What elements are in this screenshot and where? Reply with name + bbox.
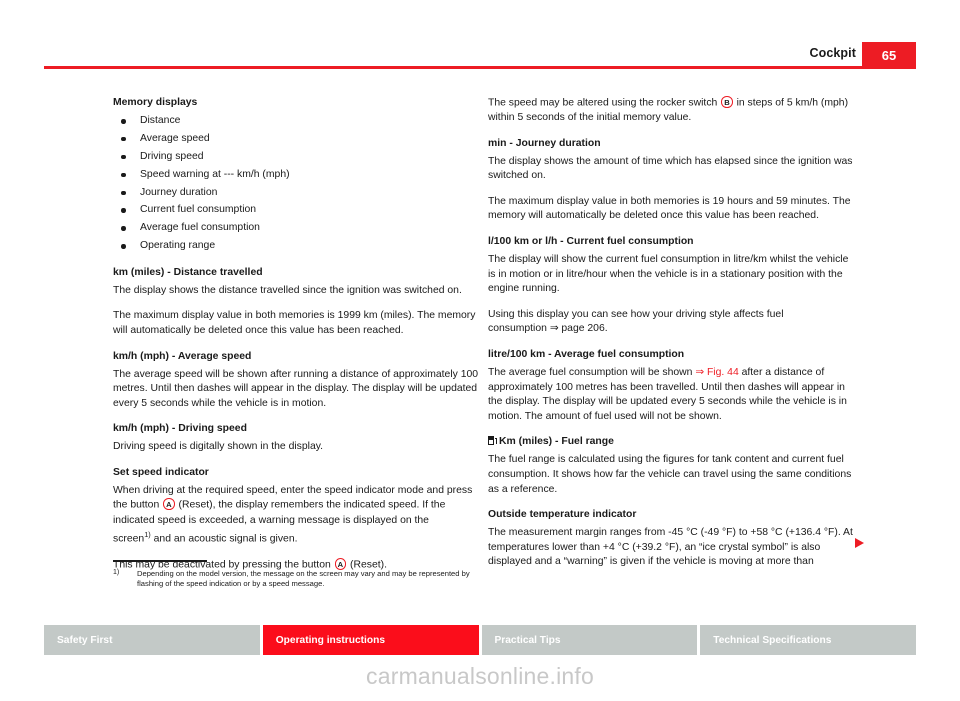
distance-travelled-heading: km (miles) - Distance travelled: [113, 266, 263, 278]
fuel-range-para-1: The fuel range is calculated using the f…: [488, 454, 852, 495]
footnote-text-wrapper: 1) Depending on the model version, the m…: [113, 569, 479, 590]
button-a-marker-icon: A: [163, 498, 175, 510]
list-item-label: Distance: [140, 115, 181, 126]
footnote-marker: 1): [113, 568, 120, 576]
set-speed-indicator-para-1: When driving at the required speed, ente…: [113, 484, 479, 547]
list-item-label: Current fuel consumption: [140, 204, 257, 216]
footnote-block: 1) Depending on the model version, the m…: [113, 560, 479, 590]
list-item: Distance: [113, 114, 479, 129]
memory-displays-heading: Memory displays: [113, 97, 198, 108]
list-item: Average speed: [113, 132, 479, 147]
fuel-range-heading: Km (miles) - Fuel range: [488, 435, 854, 449]
list-item-label: Average fuel consumption: [140, 222, 260, 234]
memory-displays-list: Distance Average speed Driving speed Spe…: [113, 114, 479, 254]
list-item-label: Driving speed: [140, 150, 204, 162]
list-item: Current fuel consumption: [113, 203, 479, 218]
fuel-style-text-end: .: [604, 323, 608, 335]
set-speed-text-c: and an acoustic signal is given.: [153, 533, 298, 545]
footnote-text: Depending on the model version, the mess…: [137, 568, 470, 589]
tab-operating-instructions[interactable]: Operating instructions: [262, 625, 479, 655]
current-fuel-consumption-para-2: Using this display you can see how your …: [488, 308, 854, 337]
list-item-label: Operating range: [140, 240, 216, 252]
fuel-pump-icon: [488, 435, 497, 446]
footnote-divider: [113, 560, 207, 562]
list-item: Operating range: [113, 239, 479, 254]
journey-duration-para-1: The display shows the amount of time whi…: [488, 155, 853, 182]
left-column: Memory displays Distance Average speed D…: [113, 96, 479, 584]
outside-temperature-para-1: The measurement margin ranges from -45 °…: [488, 527, 853, 568]
list-item-label: Average speed: [140, 132, 210, 144]
tab-technical-specifications[interactable]: Technical Specifications: [700, 625, 916, 655]
tab-label: Operating instructions: [275, 634, 385, 646]
outside-temperature-heading: Outside temperature indicator: [488, 509, 637, 521]
set-speed-indicator-heading: Set speed indicator: [113, 466, 209, 478]
figure-cross-reference[interactable]: ⇒ Fig. 44: [695, 367, 738, 378]
current-fuel-consumption-heading: l/100 km or l/h - Current fuel consumpti…: [488, 236, 694, 248]
rocker-switch-para: The speed may be altered using the rocke…: [488, 96, 854, 126]
footnote-reference: 1): [144, 530, 151, 540]
list-item: Journey duration: [113, 186, 479, 201]
continue-arrow-icon: [855, 538, 864, 548]
tab-label: Practical Tips: [494, 634, 561, 646]
average-speed-heading: km/h (mph) - Average speed: [113, 350, 252, 362]
page-number-badge: 65: [862, 42, 916, 69]
page-title: Cockpit: [809, 46, 856, 60]
fuel-style-text: Using this display you can see how your …: [488, 308, 784, 335]
journey-duration-para-2: The maximum display value in both memori…: [488, 195, 851, 222]
avg-fuel-text-a: The average fuel consumption will be sho…: [488, 367, 693, 379]
footer-tabs: Safety First Operating instructions Prac…: [44, 625, 916, 655]
average-speed-para-1: The average speed will be shown after ru…: [113, 368, 479, 409]
average-fuel-consumption-heading: litre/100 km - Average fuel consumption: [488, 349, 685, 361]
list-item-label: Speed warning at --- km/h (mph): [140, 168, 290, 180]
journey-duration-heading: min - Journey duration: [488, 137, 601, 149]
driving-speed-para-1: Driving speed is digitally shown in the …: [113, 441, 324, 453]
average-fuel-consumption-para-1: The average fuel consumption will be sho…: [488, 366, 854, 424]
tab-practical-tips[interactable]: Practical Tips: [481, 625, 698, 655]
list-item-label: Journey duration: [140, 186, 218, 198]
driving-speed-heading: km/h (mph) - Driving speed: [113, 423, 247, 435]
tab-label: Technical Specifications: [713, 634, 832, 646]
site-watermark: carmanualsonline.info: [366, 663, 594, 689]
fuel-range-heading-label: Km (miles) - Fuel range: [499, 436, 614, 448]
button-b-marker-icon: B: [721, 96, 733, 108]
current-fuel-consumption-para-1: The display will show the current fuel c…: [488, 254, 849, 295]
right-column: The speed may be altered using the rocke…: [488, 96, 854, 581]
tab-safety-first[interactable]: Safety First: [44, 625, 260, 655]
distance-travelled-para-1: The display shows the distance travelled…: [113, 284, 462, 296]
distance-travelled-para-2: The maximum display value in both memori…: [113, 310, 476, 336]
list-item: Driving speed: [113, 150, 479, 165]
list-item: Average fuel consumption: [113, 221, 479, 236]
header-divider: [44, 66, 916, 69]
rocker-switch-text-a: The speed may be altered using the rocke…: [488, 97, 718, 109]
page-header: Cockpit 65: [44, 42, 916, 70]
tab-label: Safety First: [57, 634, 113, 646]
page-cross-reference[interactable]: ⇒ page 206: [550, 323, 605, 334]
list-item: Speed warning at --- km/h (mph): [113, 168, 479, 183]
